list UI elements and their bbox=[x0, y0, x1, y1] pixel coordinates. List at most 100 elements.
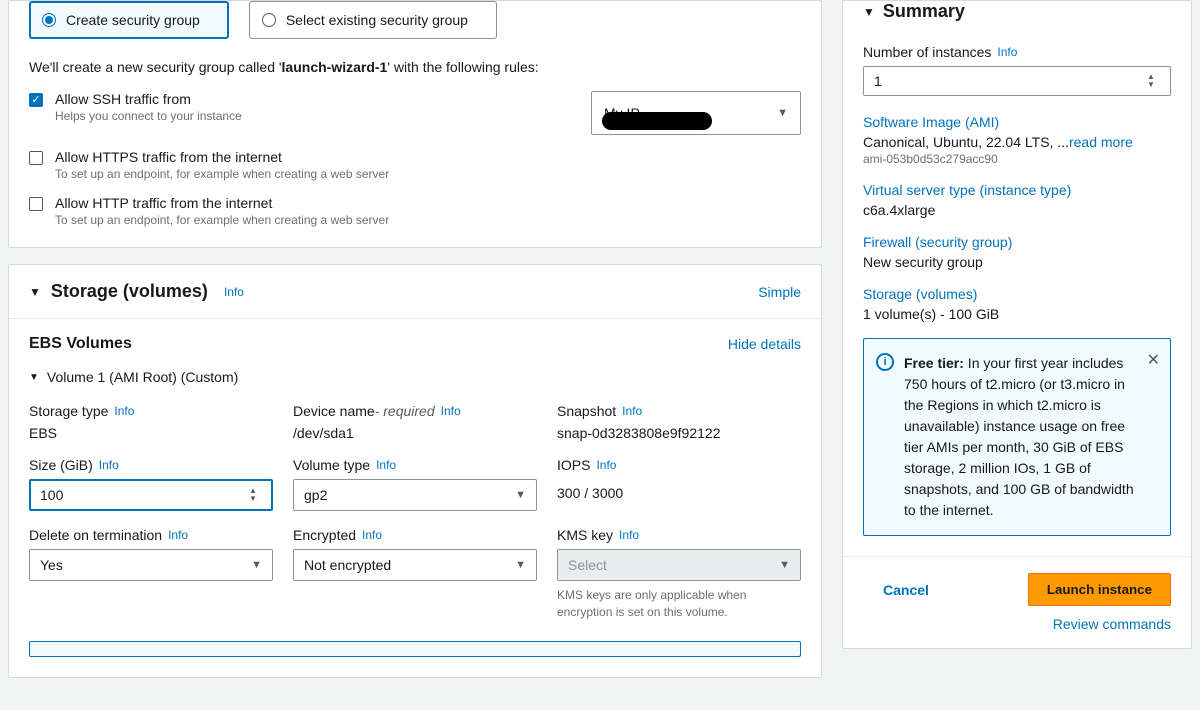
device-name-label: Device name bbox=[293, 403, 375, 419]
snapshot-field: Snapshot Info snap-0d3283808e9f92122 bbox=[557, 403, 801, 441]
free-tier-text: In your first year includes 750 hours of… bbox=[904, 355, 1134, 518]
info-link[interactable]: Info bbox=[619, 528, 639, 542]
size-label: Size (GiB) bbox=[29, 457, 93, 473]
iops-field: IOPS Info 300 / 3000 bbox=[557, 457, 801, 511]
summary-fw-heading[interactable]: Firewall (security group) bbox=[863, 234, 1171, 250]
encrypted-field: Encrypted Info Not encrypted ▼ bbox=[293, 527, 537, 621]
create-sg-label: Create security group bbox=[66, 12, 200, 28]
summary-itype-value: c6a.4xlarge bbox=[863, 202, 1171, 218]
storage-simple-link[interactable]: Simple bbox=[758, 284, 801, 300]
chevron-down-icon: ▼ bbox=[777, 107, 788, 119]
storage-type-label: Storage type bbox=[29, 403, 108, 419]
redaction-mark bbox=[602, 112, 712, 130]
device-name-required: - required bbox=[375, 403, 435, 419]
review-commands-link[interactable]: Review commands bbox=[1053, 616, 1171, 632]
allow-https-row: Allow HTTPS traffic from the internet To… bbox=[29, 149, 801, 181]
allow-ssh-help: Helps you connect to your instance bbox=[55, 109, 567, 123]
encrypted-value: Not encrypted bbox=[304, 557, 391, 573]
free-tier-bold: Free tier: bbox=[904, 355, 964, 371]
dot-select[interactable]: Yes ▼ bbox=[29, 549, 273, 581]
chevron-down-icon: ▼ bbox=[515, 559, 526, 571]
allow-http-label: Allow HTTP traffic from the internet bbox=[55, 195, 801, 211]
summary-ami: Software Image (AMI) Canonical, Ubuntu, … bbox=[863, 114, 1171, 166]
volume-type-label: Volume type bbox=[293, 457, 370, 473]
collapse-triangle-icon[interactable]: ▼ bbox=[863, 5, 875, 19]
summary-storage-heading[interactable]: Storage (volumes) bbox=[863, 286, 1171, 302]
chevron-down-icon: ▼ bbox=[779, 559, 790, 571]
allow-http-help: To set up an endpoint, for example when … bbox=[55, 213, 801, 227]
ebs-volumes-header: EBS Volumes Hide details bbox=[9, 319, 821, 369]
number-stepper[interactable]: ▲▼ bbox=[1142, 73, 1160, 89]
snapshot-value: snap-0d3283808e9f92122 bbox=[557, 425, 801, 441]
info-link[interactable]: Info bbox=[622, 404, 642, 418]
info-link[interactable]: Info bbox=[441, 404, 461, 418]
security-group-panel: Create security group Select existing se… bbox=[8, 0, 822, 248]
allow-http-row: Allow HTTP traffic from the internet To … bbox=[29, 195, 801, 227]
kms-key-field: KMS key Info Select ▼ KMS keys are only … bbox=[557, 527, 801, 621]
read-more-link[interactable]: read more bbox=[1069, 134, 1133, 150]
cancel-button[interactable]: Cancel bbox=[883, 582, 929, 598]
storage-info-link[interactable]: Info bbox=[224, 285, 244, 299]
info-circle-icon: i bbox=[876, 353, 894, 371]
close-icon[interactable]: ✕ bbox=[1147, 349, 1160, 373]
allow-https-label: Allow HTTPS traffic from the internet bbox=[55, 149, 801, 165]
storage-header: ▼ Storage (volumes) Info Simple bbox=[9, 265, 821, 319]
storage-panel: ▼ Storage (volumes) Info Simple EBS Volu… bbox=[8, 264, 822, 678]
select-existing-sg-radio[interactable]: Select existing security group bbox=[249, 1, 497, 39]
allow-https-help: To set up an endpoint, for example when … bbox=[55, 167, 801, 181]
encrypted-label: Encrypted bbox=[293, 527, 356, 543]
allow-ssh-label: Allow SSH traffic from bbox=[55, 91, 567, 107]
volume-type-value: gp2 bbox=[304, 487, 327, 503]
volume-title-row[interactable]: ▼ Volume 1 (AMI Root) (Custom) bbox=[29, 369, 801, 385]
summary-instance-type: Virtual server type (instance type) c6a.… bbox=[863, 182, 1171, 218]
kms-select: Select ▼ bbox=[557, 549, 801, 581]
num-instances-label: Number of instances bbox=[863, 44, 991, 60]
storage-type-value: EBS bbox=[29, 425, 273, 441]
summary-firewall: Firewall (security group) New security g… bbox=[863, 234, 1171, 270]
summary-ami-heading[interactable]: Software Image (AMI) bbox=[863, 114, 1171, 130]
volume-title: Volume 1 (AMI Root) (Custom) bbox=[47, 369, 238, 385]
summary-panel: ▼ Summary Number of instances Info 1 ▲▼ … bbox=[842, 0, 1192, 649]
info-link[interactable]: Info bbox=[376, 458, 396, 472]
encrypted-select[interactable]: Not encrypted ▼ bbox=[293, 549, 537, 581]
iops-value: 300 / 3000 bbox=[557, 479, 801, 501]
num-instances-value: 1 bbox=[874, 73, 882, 89]
snapshot-label: Snapshot bbox=[557, 403, 616, 419]
allow-https-checkbox[interactable] bbox=[29, 151, 43, 165]
collapse-triangle-icon: ▼ bbox=[29, 372, 39, 383]
info-link[interactable]: Info bbox=[114, 404, 134, 418]
info-link[interactable]: Info bbox=[99, 458, 119, 472]
sg-intro-text: We'll create a new security group called… bbox=[29, 59, 801, 75]
storage-type-field: Storage type Info EBS bbox=[29, 403, 273, 441]
info-link[interactable]: Info bbox=[168, 528, 188, 542]
summary-itype-heading[interactable]: Virtual server type (instance type) bbox=[863, 182, 1171, 198]
summary-storage-value: 1 volume(s) - 100 GiB bbox=[863, 306, 1171, 322]
info-link[interactable]: Info bbox=[362, 528, 382, 542]
number-stepper[interactable]: ▲▼ bbox=[244, 487, 262, 503]
num-instances-input[interactable]: 1 ▲▼ bbox=[863, 66, 1171, 96]
launch-instance-button[interactable]: Launch instance bbox=[1028, 573, 1171, 606]
select-sg-label: Select existing security group bbox=[286, 12, 468, 28]
free-tier-callout: i ✕ Free tier: In your first year includ… bbox=[863, 338, 1171, 536]
kms-value: Select bbox=[568, 557, 607, 573]
ebs-title: EBS Volumes bbox=[29, 335, 132, 353]
info-link[interactable]: Info bbox=[596, 458, 616, 472]
kms-label: KMS key bbox=[557, 527, 613, 543]
collapse-triangle-icon[interactable]: ▼ bbox=[29, 285, 41, 299]
ssh-source-select[interactable]: My IP ▼ bbox=[591, 91, 801, 135]
size-input[interactable]: 100 ▲▼ bbox=[29, 479, 273, 511]
summary-header: ▼ Summary bbox=[843, 1, 1191, 34]
volume-type-select[interactable]: gp2 ▼ bbox=[293, 479, 537, 511]
truncated-callout bbox=[29, 641, 801, 657]
device-name-field: Device name - required Info /dev/sda1 bbox=[293, 403, 537, 441]
volume-type-field: Volume type Info gp2 ▼ bbox=[293, 457, 537, 511]
radio-off-icon bbox=[262, 13, 276, 27]
chevron-down-icon: ▼ bbox=[515, 489, 526, 501]
hide-details-link[interactable]: Hide details bbox=[728, 336, 801, 352]
allow-http-checkbox[interactable] bbox=[29, 197, 43, 211]
allow-ssh-checkbox[interactable] bbox=[29, 93, 43, 107]
info-link[interactable]: Info bbox=[997, 45, 1017, 59]
kms-help: KMS keys are only applicable when encryp… bbox=[557, 587, 801, 621]
create-sg-radio[interactable]: Create security group bbox=[29, 1, 229, 39]
dot-value: Yes bbox=[40, 557, 63, 573]
